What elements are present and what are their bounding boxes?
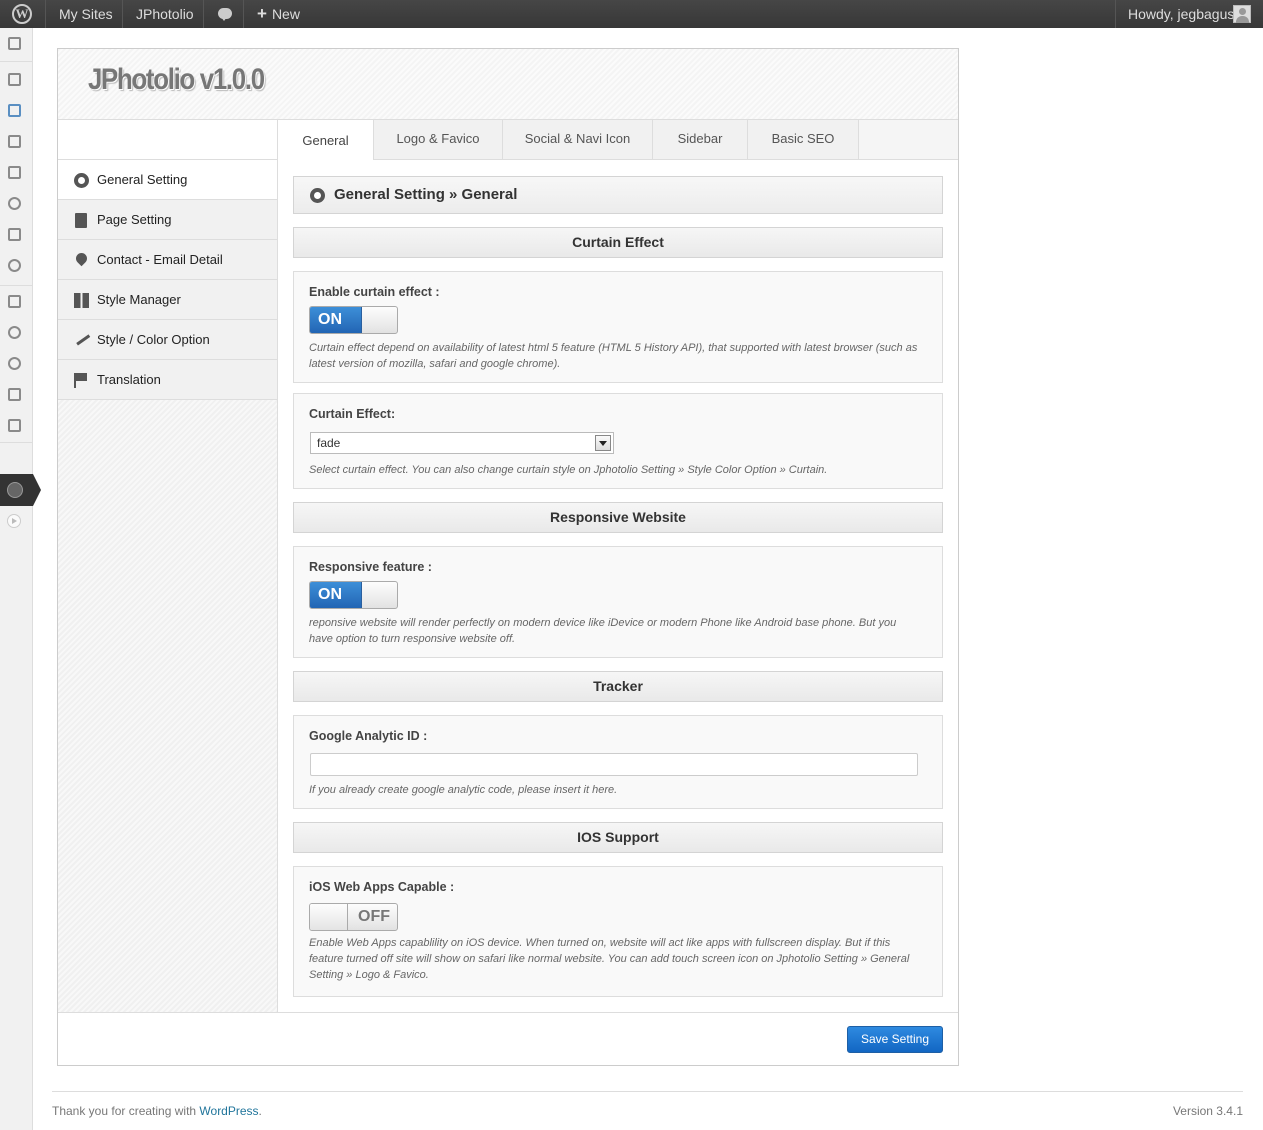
field-label: Responsive feature : xyxy=(309,560,432,574)
sidebar-item-label: Style Manager xyxy=(97,292,181,307)
responsive-toggle[interactable]: ON xyxy=(309,581,398,609)
tab-social-navi-icon[interactable]: Social & Navi Icon xyxy=(503,120,653,159)
map-pin-icon xyxy=(73,250,90,267)
posts-icon[interactable] xyxy=(6,71,24,89)
toggle-on-label: ON xyxy=(310,582,362,608)
version-text: Version 3.4.1 xyxy=(1172,1104,1243,1118)
field-description: reponsive website will render perfectly … xyxy=(309,617,897,645)
gear-icon xyxy=(310,188,325,203)
settings-panel: JPhotolio v1.0.0 General Setting Page Se… xyxy=(57,48,959,1066)
sidebar-item-general-setting[interactable]: General Setting xyxy=(58,160,277,200)
my-sites-menu[interactable]: My Sites xyxy=(47,0,123,28)
field-label: iOS Web Apps Capable : xyxy=(309,880,455,894)
howdy-text: Howdy, jegbagus xyxy=(1128,6,1235,22)
section-header-ios: IOS Support xyxy=(293,822,943,853)
settings-sidebar: General Setting Page Setting Contact - E… xyxy=(58,120,278,1013)
save-setting-button[interactable]: Save Setting xyxy=(847,1026,943,1053)
gallery-icon[interactable] xyxy=(6,164,24,182)
my-account-menu[interactable]: Howdy, jegbagus xyxy=(1115,0,1263,28)
breadcrumb: General Setting » General xyxy=(293,176,943,214)
curtain-toggle[interactable]: ON xyxy=(309,306,398,334)
breadcrumb-text: General Setting » General xyxy=(334,186,518,203)
section-header-responsive: Responsive Website xyxy=(293,502,943,533)
tab-sidebar[interactable]: Sidebar xyxy=(653,120,748,159)
field-description: Enable Web Apps capablility on iOS devic… xyxy=(309,937,910,981)
ios-webapps-toggle[interactable]: OFF xyxy=(309,903,398,931)
sidebar-item-label: Style / Color Option xyxy=(97,332,210,347)
site-name-menu[interactable]: JPhotolio xyxy=(124,0,204,28)
tools-icon[interactable] xyxy=(6,386,24,404)
book-icon xyxy=(75,213,87,228)
settings-icon[interactable] xyxy=(6,417,24,435)
dashboard-icon[interactable] xyxy=(6,35,24,53)
plugins-icon[interactable] xyxy=(6,324,24,342)
sidebar-item-style-color[interactable]: Style / Color Option xyxy=(58,320,277,360)
admin-bar: W My Sites JPhotolio + New Howdy, jegbagu… xyxy=(0,0,1263,28)
avatar-icon xyxy=(1233,5,1251,23)
sidebar-item-translation[interactable]: Translation xyxy=(58,360,277,400)
home-icon[interactable] xyxy=(6,102,24,120)
toggle-on-label: ON xyxy=(310,307,362,333)
field-google-analytic: Google Analytic ID : If you already crea… xyxy=(293,715,943,809)
curtain-effect-select[interactable]: fade xyxy=(310,432,614,454)
flag-icon xyxy=(74,373,89,388)
panel-header: JPhotolio v1.0.0 xyxy=(58,49,958,120)
wordpress-link[interactable]: WordPress xyxy=(199,1104,258,1118)
jphotolio-menu-item[interactable] xyxy=(0,474,41,506)
admin-menu xyxy=(0,28,41,1130)
users-icon[interactable] xyxy=(6,355,24,373)
footer-credit: Thank you for creating with WordPress. xyxy=(52,1104,262,1118)
tab-basic-seo[interactable]: Basic SEO xyxy=(748,120,859,159)
settings-tabs: General Logo & Favico Social & Navi Icon… xyxy=(278,120,958,160)
links-icon[interactable] xyxy=(6,195,24,213)
select-value: fade xyxy=(317,436,341,450)
toggle-off-label: OFF xyxy=(358,908,390,925)
field-responsive: Responsive feature : ON reponsive websit… xyxy=(293,546,943,658)
field-description: Curtain effect depend on availability of… xyxy=(309,342,918,370)
section-header-curtain: Curtain Effect xyxy=(293,227,943,258)
collapse-icon[interactable] xyxy=(7,514,21,528)
layout-icon xyxy=(74,293,89,308)
jphotolio-icon xyxy=(7,482,23,498)
appearance-icon[interactable] xyxy=(6,293,24,311)
sidebar-item-label: Translation xyxy=(97,372,161,387)
section-header-tracker: Tracker xyxy=(293,671,943,702)
comment-bubble-icon xyxy=(218,8,232,21)
tab-logo-favico[interactable]: Logo & Favico xyxy=(374,120,503,159)
field-description: If you already create google analytic co… xyxy=(309,784,618,796)
plus-icon: + xyxy=(257,4,267,23)
sidebar-item-style-manager[interactable]: Style Manager xyxy=(58,280,277,320)
comments-button[interactable] xyxy=(205,0,244,28)
wordpress-logo-button[interactable]: W xyxy=(0,0,46,28)
field-label: Google Analytic ID : xyxy=(309,729,428,743)
panel-logo: JPhotolio v1.0.0 xyxy=(88,63,265,96)
comments-icon[interactable] xyxy=(6,257,24,275)
sidebar-item-label: Page Setting xyxy=(97,212,172,227)
media-icon[interactable] xyxy=(6,133,24,151)
panel-footer: Save Setting xyxy=(58,1012,958,1065)
chevron-down-icon xyxy=(595,435,611,451)
sidebar-item-label: Contact - Email Detail xyxy=(97,252,223,267)
sidebar-item-label: General Setting xyxy=(97,172,188,187)
wordpress-logo-icon: W xyxy=(12,4,32,24)
tab-general[interactable]: General xyxy=(278,120,374,160)
field-ios-webapps: iOS Web Apps Capable : OFF Enable Web Ap… xyxy=(293,866,943,997)
google-analytic-input[interactable] xyxy=(310,753,918,776)
brush-icon xyxy=(72,329,91,346)
field-curtain-effect: Curtain Effect: fade Select curtain effe… xyxy=(293,393,943,489)
field-label: Enable curtain effect : xyxy=(309,285,440,299)
field-enable-curtain: Enable curtain effect : ON Curtain effec… xyxy=(293,271,943,383)
new-content-menu[interactable]: + New xyxy=(245,0,315,28)
pages-icon[interactable] xyxy=(6,226,24,244)
sidebar-item-page-setting[interactable]: Page Setting xyxy=(58,200,277,240)
gear-icon xyxy=(74,173,89,188)
new-label: New xyxy=(271,6,300,22)
field-label: Curtain Effect: xyxy=(309,407,396,421)
sidebar-item-contact-email[interactable]: Contact - Email Detail xyxy=(58,240,277,280)
field-description: Select curtain effect. You can also chan… xyxy=(309,464,828,476)
